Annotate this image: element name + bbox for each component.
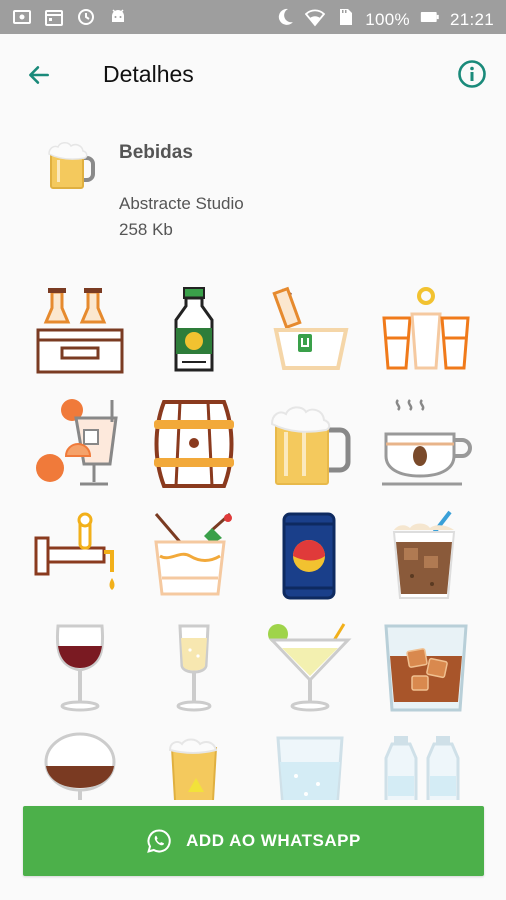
calendar-icon — [44, 7, 64, 32]
beer-mug-icon — [45, 132, 97, 192]
coffee-cup-sticker[interactable] — [378, 396, 474, 492]
battery-icon — [420, 7, 440, 32]
info-button[interactable] — [456, 58, 488, 90]
orange-juice-sticker[interactable] — [32, 396, 128, 492]
android-icon — [108, 7, 128, 32]
beer-crate-sticker[interactable] — [32, 284, 128, 380]
clock-sync-icon — [76, 7, 96, 32]
moon-icon — [275, 7, 295, 32]
status-bar: 100% 21:21 — [0, 0, 506, 34]
sticker-grid — [0, 280, 506, 800]
battery-percent: 100% — [365, 9, 410, 29]
red-wine-glass-sticker[interactable] — [32, 620, 128, 716]
whiskey-on-rocks-sticker[interactable] — [378, 620, 474, 716]
wifi-icon — [305, 7, 326, 32]
screen-record-icon — [12, 7, 32, 32]
add-to-whatsapp-label: ADD AO WHATSAPP — [186, 831, 361, 850]
app-bar: Detalhes — [0, 34, 506, 114]
pack-header: Bebidas Abstracte Studio 258 Kb — [0, 118, 506, 258]
iced-coffee-sticker[interactable] — [378, 508, 474, 604]
beer-mug-sticker[interactable] — [262, 396, 358, 492]
small-beer-glass-sticker[interactable] — [146, 732, 242, 800]
add-to-whatsapp-button[interactable]: ADD AO WHATSAPP — [23, 806, 484, 876]
water-bottles-sticker[interactable] — [378, 732, 474, 800]
soda-bottle-sticker[interactable] — [146, 284, 242, 380]
bottle-in-bucket-sticker[interactable] — [262, 284, 358, 380]
cocktail-glass-sticker[interactable] — [146, 508, 242, 604]
arrow-left-icon — [29, 66, 49, 84]
info-icon — [458, 60, 486, 88]
shot-glasses-sticker[interactable] — [378, 284, 474, 380]
whatsapp-icon — [147, 829, 171, 853]
page-title: Detalhes — [103, 61, 194, 87]
pack-name: Bebidas — [119, 142, 193, 163]
water-glass-sticker[interactable] — [262, 732, 358, 800]
bottom-spacer — [0, 888, 506, 900]
pack-size: 258 Kb — [119, 220, 173, 239]
beer-tap-sticker[interactable] — [32, 508, 128, 604]
clock-time: 21:21 — [449, 9, 494, 29]
soda-can-sticker[interactable] — [262, 508, 358, 604]
status-right-icons: 100% 21:21 — [275, 7, 494, 32]
champagne-flute-sticker[interactable] — [146, 620, 242, 716]
pack-author: Abstracte Studio — [119, 194, 244, 213]
wooden-barrel-sticker[interactable] — [146, 396, 242, 492]
sd-card-icon — [335, 7, 355, 32]
brandy-snifter-sticker[interactable] — [32, 732, 128, 800]
status-left-icons — [12, 7, 128, 32]
back-button[interactable] — [22, 58, 56, 92]
martini-glass-sticker[interactable] — [262, 620, 358, 716]
